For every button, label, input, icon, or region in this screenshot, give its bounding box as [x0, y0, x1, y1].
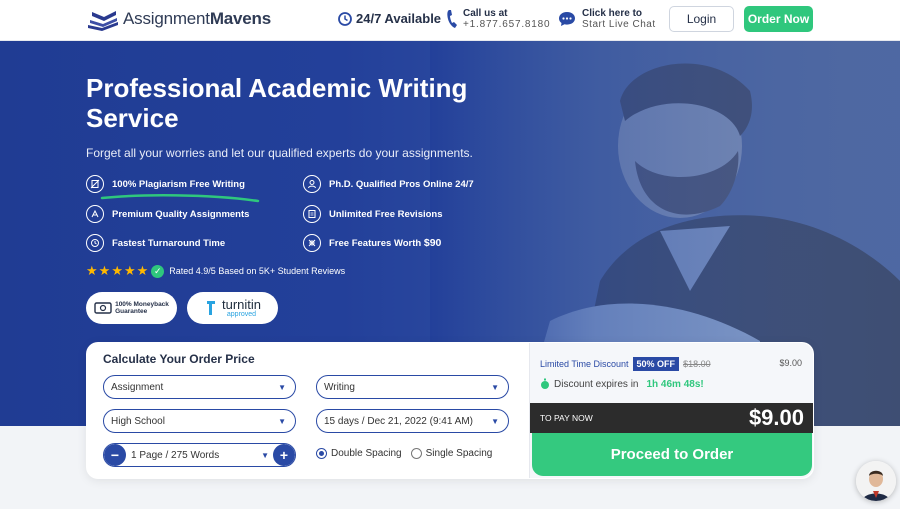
- money-icon: [94, 302, 112, 314]
- moneyback-line1: 100% Moneyback: [115, 301, 169, 308]
- graduate-icon: [303, 175, 321, 193]
- paper-type-select[interactable]: Assignment ▼: [103, 375, 296, 399]
- availability: 24/7 Available: [338, 11, 441, 26]
- proceed-to-order-button[interactable]: Proceed to Order: [532, 433, 812, 476]
- deadline-select[interactable]: 15 days / Dec 21, 2022 (9:41 AM) ▼: [316, 409, 509, 433]
- discount-badge: 50% OFF: [632, 357, 680, 371]
- no-copy-icon: [86, 175, 104, 193]
- discount-row: Limited Time Discount 50% OFF $18.00: [540, 357, 711, 371]
- price-calculator: Calculate Your Order Price Assignment ▼ …: [86, 342, 814, 479]
- pages-select[interactable]: 1 Page / 275 Words ▼: [126, 450, 273, 461]
- service-select[interactable]: Writing ▼: [316, 375, 509, 399]
- moneyback-badge: 100% Moneyback Guarantee: [86, 292, 177, 324]
- moneyback-line2: Guarantee: [115, 308, 148, 315]
- decrease-pages-button[interactable]: −: [104, 444, 126, 466]
- star-icon: ★: [98, 263, 111, 278]
- star-icon: ★: [136, 263, 149, 278]
- feature-plagiarism-free: 100% Plagiarism Free Writing: [86, 175, 245, 193]
- price-summary: Limited Time Discount 50% OFF $18.00 $9.…: [529, 343, 813, 478]
- select-value: High School: [111, 415, 165, 427]
- phone-icon: [447, 10, 457, 28]
- feature-label: Fastest Turnaround Time: [112, 237, 226, 249]
- original-price: $18.00: [683, 359, 711, 369]
- clock-icon: [338, 11, 352, 26]
- feature-label: Premium Quality Assignments: [112, 208, 250, 220]
- to-pay-label: TO PAY NOW: [540, 413, 593, 423]
- to-pay-bar: TO PAY NOW $9.00: [530, 403, 813, 433]
- dropdown-arrow-icon: ▼: [261, 450, 269, 460]
- underline-swoosh: [100, 194, 260, 203]
- select-value: 15 days / Dec 21, 2022 (9:41 AM): [324, 415, 473, 427]
- calculator-title: Calculate Your Order Price: [103, 352, 255, 366]
- call-us[interactable]: Call us at +1.877.657.8180: [446, 8, 550, 30]
- spacing-options: Double Spacing Single Spacing: [316, 448, 492, 459]
- dropdown-arrow-icon: ▼: [278, 417, 286, 426]
- discount-label: Limited Time Discount: [540, 359, 629, 369]
- discount-expiry: Discount expires in 1h 46m 48s!: [540, 378, 704, 390]
- select-value: Assignment: [111, 381, 164, 393]
- double-spacing-label[interactable]: Double Spacing: [331, 448, 402, 459]
- revision-icon: [303, 205, 321, 223]
- unit-price: $9.00: [779, 358, 802, 368]
- single-spacing-label[interactable]: Single Spacing: [426, 448, 493, 459]
- feature-label: Free Features Worth $90: [329, 237, 442, 249]
- turnitin-line2: approved: [226, 311, 257, 318]
- clock-icon: [86, 234, 104, 252]
- site-header: AssignmentMavens 24/7 Available Call us …: [0, 0, 900, 41]
- pages-value: 1 Page / 275 Words: [131, 449, 220, 461]
- live-chat-link[interactable]: Click here to Start Live Chat: [558, 8, 656, 30]
- select-value: Writing: [324, 381, 355, 393]
- star-icon: ★: [86, 263, 98, 278]
- logo-text: AssignmentMavens: [123, 9, 271, 28]
- hero-title: Professional Academic Writing Service: [86, 73, 468, 133]
- double-spacing-radio[interactable]: [316, 448, 327, 459]
- feature-fast-turnaround: Fastest Turnaround Time: [86, 234, 225, 252]
- books-icon: [88, 11, 118, 31]
- feature-phd-pros: Ph.D. Qualified Pros Online 24/7: [303, 175, 474, 193]
- feature-unlimited-revisions: Unlimited Free Revisions: [303, 205, 443, 223]
- call-label: Call us at: [463, 8, 508, 19]
- turnitin-badge: turnitin approved: [187, 292, 278, 324]
- star-icon: ★: [111, 263, 123, 278]
- feature-premium-quality: Premium Quality Assignments: [86, 205, 249, 223]
- chat-bubble-icon: [559, 12, 575, 26]
- logo[interactable]: AssignmentMavens: [86, 6, 271, 32]
- quality-icon: [86, 205, 104, 223]
- avatar-icon: [856, 461, 896, 501]
- turnitin-icon: [206, 301, 215, 315]
- rating-row: ★ ★ ★ ★ ★ ✓ Rated 4.9/5 Based on 5K+ Stu…: [86, 263, 345, 279]
- turnitin-line1: turnitin: [221, 297, 262, 312]
- stopwatch-icon: [541, 378, 549, 389]
- dropdown-arrow-icon: ▼: [491, 383, 499, 392]
- feature-label: Ph.D. Qualified Pros Online 24/7: [329, 178, 474, 190]
- feature-free-features: Free Features Worth $90: [303, 234, 441, 252]
- gift-icon: [303, 234, 321, 252]
- login-button[interactable]: Login: [669, 6, 734, 32]
- pages-stepper: − 1 Page / 275 Words ▼ +: [103, 443, 296, 467]
- feature-label: Unlimited Free Revisions: [329, 208, 443, 220]
- rating-text: Rated 4.9/5 Based on 5K+ Student Reviews: [169, 266, 346, 276]
- availability-text: 24/7 Available: [356, 11, 442, 26]
- dropdown-arrow-icon: ▼: [278, 383, 286, 392]
- increase-pages-button[interactable]: +: [273, 444, 295, 466]
- single-spacing-radio[interactable]: [410, 448, 422, 459]
- chat-sub: Start Live Chat: [582, 19, 656, 30]
- hero-subtitle: Forget all your worries and let our qual…: [86, 146, 473, 160]
- countdown-timer: 1h 46m 48s!: [646, 378, 704, 390]
- dropdown-arrow-icon: ▼: [491, 417, 499, 426]
- call-phone[interactable]: +1.877.657.8180: [463, 19, 550, 30]
- feature-label: 100% Plagiarism Free Writing: [112, 178, 245, 190]
- verified-check-icon: ✓: [151, 264, 165, 278]
- to-pay-amount: $9.00: [748, 405, 804, 430]
- support-agent-avatar[interactable]: [856, 461, 896, 501]
- expires-label: Discount expires in: [554, 378, 639, 390]
- order-now-button[interactable]: Order Now: [744, 6, 813, 32]
- academic-level-select[interactable]: High School ▼: [103, 409, 296, 433]
- star-icon: ★: [123, 263, 136, 278]
- chat-label: Click here to: [582, 8, 643, 19]
